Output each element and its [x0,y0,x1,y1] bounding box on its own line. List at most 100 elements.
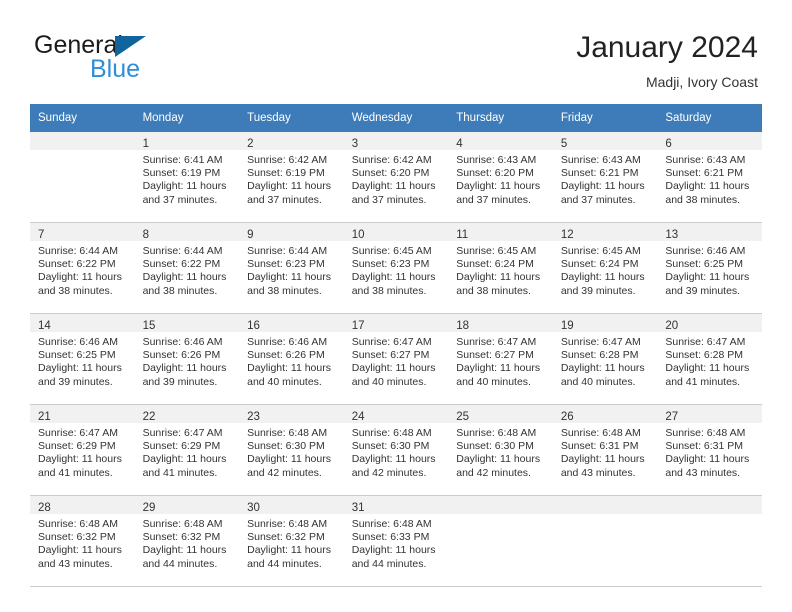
weekday-header-wednesday: Wednesday [343,104,449,132]
daylight-duration-line1: Daylight: 11 hours [142,362,227,375]
day-number: 21 [38,411,51,423]
calendar-day-cell[interactable]: 19 Sunrise: 6:47 AM Sunset: 6:28 PM Dayligh… [552,313,658,405]
day-number: 31 [351,502,365,514]
day-cell-content: 3 Sunrise: 6:42 AM Sunset: 6:20 PM Daylight… [343,132,449,222]
generalblue-logo[interactable]: General Blue [34,33,264,89]
day-number-band [552,496,658,514]
calendar-day-cell[interactable]: 24 Sunrise: 6:48 AM Sunset: 6:30 PM Dayligh… [343,404,449,496]
day-number-band: 25 [448,405,553,423]
day-number: 2 [247,138,254,150]
calendar-day-cell[interactable]: 16 Sunrise: 6:46 AM Sunset: 6:26 PM Dayligh… [239,313,344,405]
sunrise-time: Sunrise: 6:45 AM [560,245,641,257]
day-number-band: 12 [552,223,658,241]
day-number-band: 10 [343,223,449,241]
day-cell-content: 5 Sunrise: 6:43 AM Sunset: 6:21 PM Daylight… [552,132,658,222]
calendar-day-cell[interactable]: 27 Sunrise: 6:48 AM Sunset: 6:31 PM Dayligh… [657,404,762,496]
day-number-band: 16 [239,314,344,332]
calendar-body: 1 Sunrise: 6:41 AM Sunset: 6:19 PM Daylight… [30,132,762,587]
daylight-duration-line2: and 39 minutes. [38,375,113,388]
daylight-duration-line1: Daylight: 11 hours [456,362,541,375]
day-number: 1 [142,138,149,150]
calendar-day-cell[interactable]: 11 Sunrise: 6:45 AM Sunset: 6:24 PM Dayligh… [448,222,553,314]
daylight-duration-line2: and 40 minutes. [560,375,636,388]
calendar-day-cell[interactable]: 30 Sunrise: 6:48 AM Sunset: 6:32 PM Dayligh… [239,495,344,587]
day-cell-content: 1 Sunrise: 6:41 AM Sunset: 6:19 PM Daylight… [134,132,240,222]
calendar-day-cell[interactable]: 9 Sunrise: 6:44 AM Sunset: 6:23 PM Daylight… [239,222,344,314]
day-cell-content: 7 Sunrise: 6:44 AM Sunset: 6:22 PM Daylight… [30,223,135,313]
day-number-band [448,496,553,514]
calendar-day-cell[interactable]: 15 Sunrise: 6:46 AM Sunset: 6:26 PM Dayligh… [134,313,240,405]
calendar-grid: Sunday Monday Tuesday Wednesday Thursday… [30,104,762,587]
daylight-duration-line1: Daylight: 11 hours [665,362,750,375]
day-details: Sunrise: 6:48 AM Sunset: 6:33 PM Daylight:… [344,514,449,571]
day-number-band: 2 [239,132,344,150]
sunrise-time: Sunrise: 6:47 AM [142,427,223,439]
sunrise-time: Sunrise: 6:47 AM [351,336,432,348]
sunset-time: Sunset: 6:22 PM [38,258,116,271]
calendar-day-cell[interactable]: 26 Sunrise: 6:48 AM Sunset: 6:31 PM Dayligh… [552,404,658,496]
sunrise-time: Sunrise: 6:47 AM [665,336,746,348]
calendar-day-cell[interactable]: 8 Sunrise: 6:44 AM Sunset: 6:22 PM Daylight… [134,222,240,314]
day-number-band: 22 [134,405,240,423]
day-number: 12 [560,229,574,241]
calendar-day-cell[interactable]: 25 Sunrise: 6:48 AM Sunset: 6:30 PM Dayligh… [448,404,553,496]
day-number-band: 4 [448,132,553,150]
calendar-day-cell[interactable]: 10 Sunrise: 6:45 AM Sunset: 6:23 PM Dayligh… [343,222,449,314]
day-cell-content: 16 Sunrise: 6:46 AM Sunset: 6:26 PM Dayligh… [239,314,344,404]
calendar-day-cell[interactable]: 5 Sunrise: 6:43 AM Sunset: 6:21 PM Daylight… [552,132,658,223]
daylight-duration-line1: Daylight: 11 hours [456,453,541,466]
sunset-time: Sunset: 6:24 PM [560,258,639,271]
calendar-day-cell[interactable]: 14 Sunrise: 6:46 AM Sunset: 6:25 PM Dayligh… [30,313,135,405]
sunset-time: Sunset: 6:30 PM [247,440,325,453]
calendar-day-cell[interactable]: 29 Sunrise: 6:48 AM Sunset: 6:32 PM Dayligh… [134,495,240,587]
calendar-day-cell[interactable]: 6 Sunrise: 6:43 AM Sunset: 6:21 PM Daylight… [657,132,762,223]
calendar-day-cell[interactable]: 13 Sunrise: 6:46 AM Sunset: 6:25 PM Dayligh… [657,222,762,314]
calendar-day-cell[interactable]: 4 Sunrise: 6:43 AM Sunset: 6:20 PM Daylight… [448,132,553,223]
calendar-day-cell[interactable]: 7 Sunrise: 6:44 AM Sunset: 6:22 PM Daylight… [30,222,135,314]
day-cell-content: 24 Sunrise: 6:48 AM Sunset: 6:30 PM Dayligh… [343,405,449,495]
calendar-day-cell[interactable] [30,132,135,223]
sunrise-time: Sunrise: 6:43 AM [456,154,537,166]
daylight-duration-line2: and 41 minutes. [665,375,741,388]
day-cell-content [30,132,135,222]
sunrise-time: Sunrise: 6:43 AM [665,154,746,166]
day-details: Sunrise: 6:47 AM Sunset: 6:27 PM Daylight:… [344,332,449,389]
calendar-day-cell[interactable]: 18 Sunrise: 6:47 AM Sunset: 6:27 PM Dayligh… [448,313,553,405]
calendar-day-cell[interactable]: 1 Sunrise: 6:41 AM Sunset: 6:19 PM Daylight… [134,132,240,223]
day-cell-content: 10 Sunrise: 6:45 AM Sunset: 6:23 PM Dayligh… [343,223,449,313]
day-number-band: 21 [30,405,135,423]
calendar-day-cell[interactable] [657,495,762,587]
page-subtitle: Madji, Ivory Coast [645,74,758,90]
sunset-time: Sunset: 6:28 PM [665,349,744,362]
day-number: 28 [38,502,51,514]
calendar-day-cell[interactable]: 20 Sunrise: 6:47 AM Sunset: 6:28 PM Dayligh… [657,313,762,405]
day-number: 24 [351,411,365,423]
calendar-day-cell[interactable]: 17 Sunrise: 6:47 AM Sunset: 6:27 PM Dayligh… [343,313,449,405]
sunset-time: Sunset: 6:25 PM [38,349,116,362]
calendar-day-cell[interactable]: 28 Sunrise: 6:48 AM Sunset: 6:32 PM Dayligh… [30,495,135,587]
calendar-day-cell[interactable]: 22 Sunrise: 6:47 AM Sunset: 6:29 PM Dayligh… [134,404,240,496]
calendar-day-cell[interactable]: 12 Sunrise: 6:45 AM Sunset: 6:24 PM Dayligh… [552,222,658,314]
daylight-duration-line1: Daylight: 11 hours [38,362,122,375]
logo-triangle-icon [115,36,146,57]
sunrise-time: Sunrise: 6:47 AM [456,336,537,348]
sunrise-time: Sunrise: 6:42 AM [247,154,328,166]
sunset-time: Sunset: 6:22 PM [142,258,221,271]
day-cell-content: 8 Sunrise: 6:44 AM Sunset: 6:22 PM Daylight… [134,223,240,313]
day-number-band: 26 [552,405,658,423]
day-details: Sunrise: 6:42 AM Sunset: 6:20 PM Daylight:… [344,150,449,207]
day-cell-content [448,496,553,586]
sunrise-time: Sunrise: 6:47 AM [560,336,641,348]
calendar-day-cell[interactable]: 3 Sunrise: 6:42 AM Sunset: 6:20 PM Daylight… [343,132,449,223]
calendar-day-cell[interactable]: 21 Sunrise: 6:47 AM Sunset: 6:29 PM Dayligh… [30,404,135,496]
page-header: General Blue January 2024 Madji, Ivory C… [0,0,792,100]
day-cell-content: 15 Sunrise: 6:46 AM Sunset: 6:26 PM Dayligh… [134,314,240,404]
calendar-day-cell[interactable] [448,495,553,587]
calendar-day-cell[interactable]: 2 Sunrise: 6:42 AM Sunset: 6:19 PM Daylight… [239,132,344,223]
day-cell-content: 31 Sunrise: 6:48 AM Sunset: 6:33 PM Dayligh… [343,496,449,586]
day-cell-content: 2 Sunrise: 6:42 AM Sunset: 6:19 PM Daylight… [239,132,344,222]
weekday-header-thursday: Thursday [448,104,553,132]
calendar-day-cell[interactable]: 23 Sunrise: 6:48 AM Sunset: 6:30 PM Dayligh… [239,404,344,496]
calendar-day-cell[interactable]: 31 Sunrise: 6:48 AM Sunset: 6:33 PM Dayligh… [343,495,449,587]
calendar-day-cell[interactable] [552,495,658,587]
